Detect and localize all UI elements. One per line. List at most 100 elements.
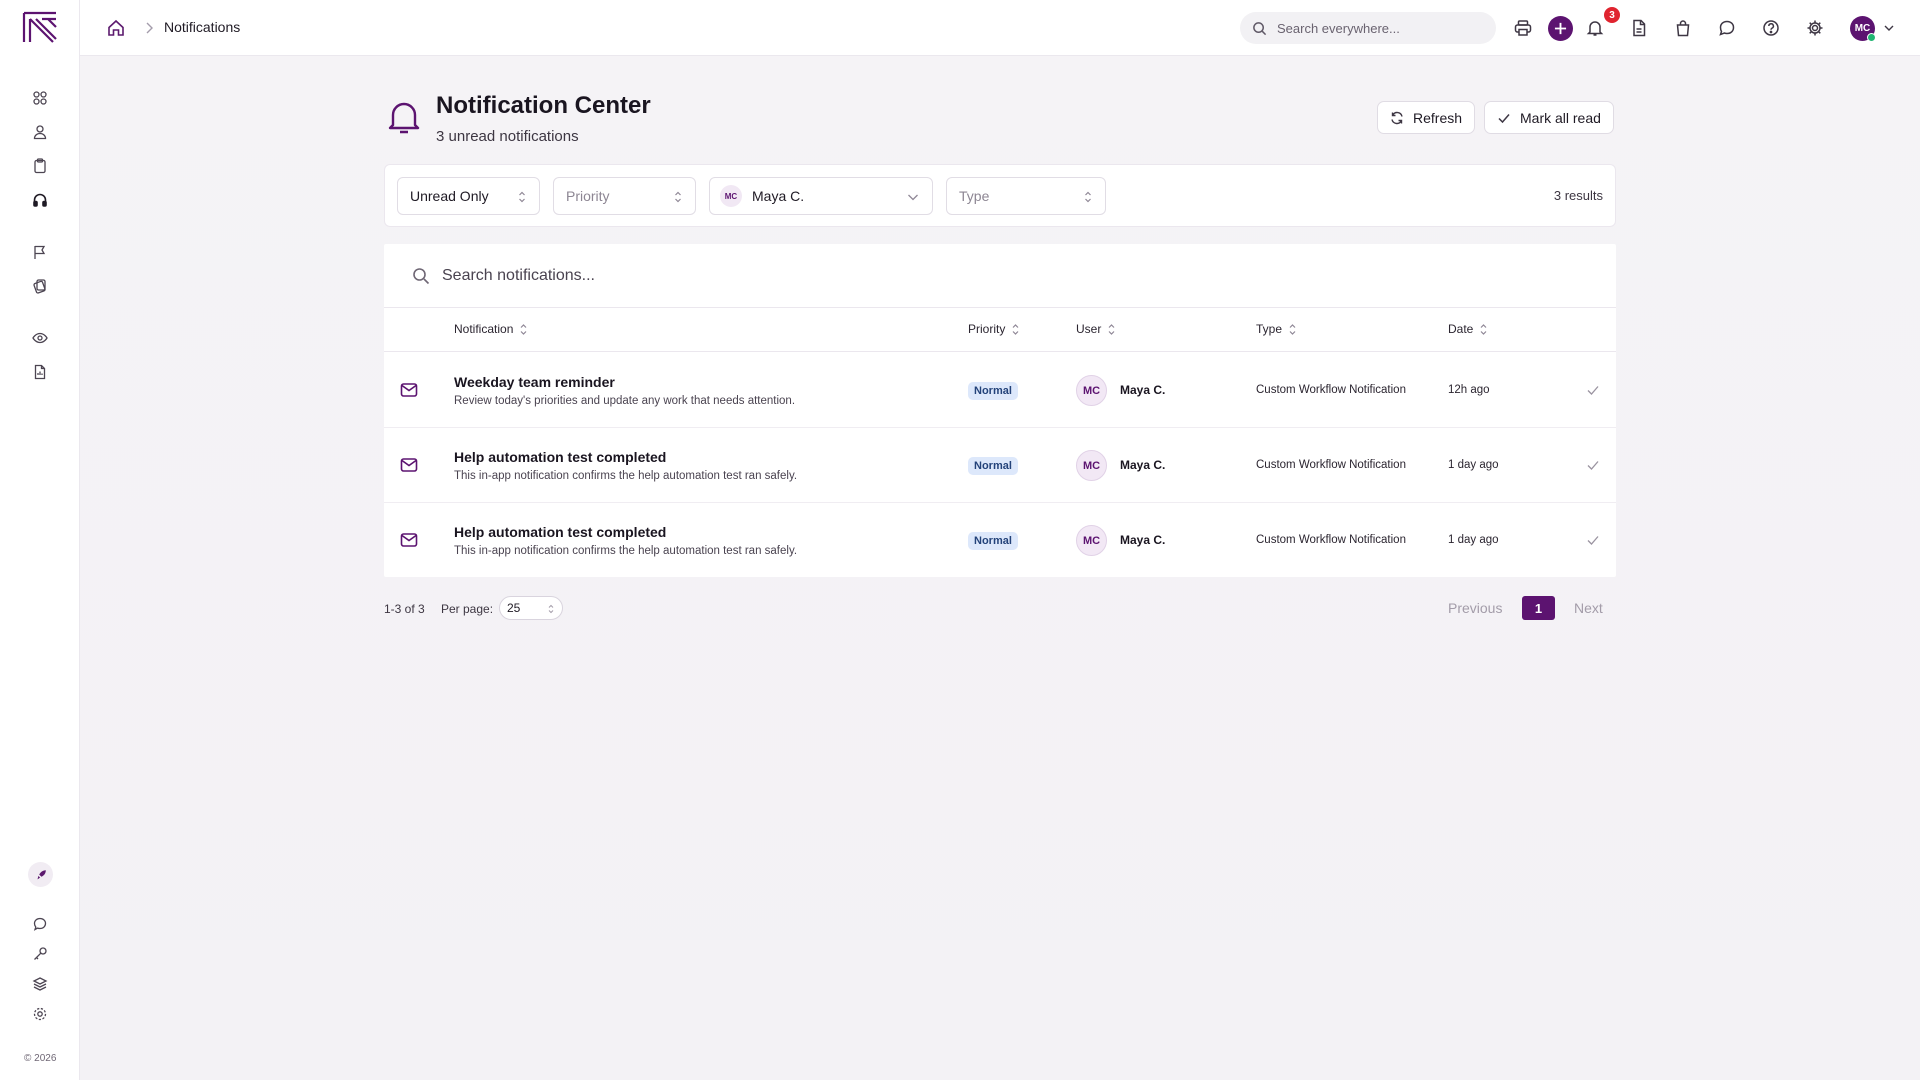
- column-header-notification[interactable]: Notification: [454, 322, 528, 336]
- chevron-right-icon: [142, 20, 156, 36]
- eye-icon[interactable]: [30, 328, 50, 348]
- user-filter-select[interactable]: MC Maya C.: [709, 177, 933, 215]
- type-filter-placeholder: Type: [959, 188, 990, 204]
- column-header-user[interactable]: User: [1076, 322, 1116, 336]
- chat-icon[interactable]: [30, 914, 50, 934]
- search-icon: [1252, 21, 1267, 36]
- mark-read-check-icon[interactable]: [1586, 383, 1600, 397]
- priority-filter-placeholder: Priority: [566, 188, 610, 204]
- notification-description: This in-app notification confirms the he…: [454, 470, 798, 482]
- table-search[interactable]: [384, 244, 1616, 308]
- report-icon[interactable]: [30, 362, 50, 382]
- priority-badge: Normal: [968, 382, 1018, 400]
- avatar: MC: [1076, 450, 1107, 481]
- bell-icon[interactable]: [1584, 17, 1606, 39]
- layers-icon[interactable]: [30, 974, 50, 994]
- rocket-icon[interactable]: [28, 862, 53, 887]
- chat-icon[interactable]: [1716, 17, 1738, 39]
- help-icon[interactable]: [1760, 17, 1782, 39]
- tags-icon[interactable]: [30, 276, 50, 296]
- table-row[interactable]: Help automation test completed This in-a…: [384, 428, 1616, 503]
- clipboard-icon[interactable]: [30, 156, 50, 176]
- priority-badge: Normal: [968, 532, 1018, 550]
- bell-icon: [386, 98, 422, 136]
- notification-search-input[interactable]: [442, 266, 1042, 285]
- column-header-date[interactable]: Date: [1448, 322, 1488, 336]
- mail-icon: [400, 532, 418, 548]
- chevron-down-icon[interactable]: [1882, 21, 1896, 35]
- current-page-button[interactable]: 1: [1522, 596, 1555, 620]
- per-page-value: 25: [507, 601, 521, 615]
- notification-title: Weekday team reminder: [454, 374, 615, 390]
- notification-count-badge: 3: [1604, 7, 1620, 23]
- avatar: MC: [1076, 525, 1107, 556]
- mail-icon: [400, 457, 418, 473]
- sort-icon: [1108, 323, 1115, 335]
- search-icon: [412, 267, 430, 285]
- flag-icon[interactable]: [30, 242, 50, 262]
- notification-date: 12h ago: [1448, 384, 1490, 396]
- document-icon[interactable]: [1628, 17, 1650, 39]
- topbar: Notifications 3 MC: [80, 0, 1920, 56]
- printer-icon[interactable]: [1512, 17, 1534, 39]
- check-icon: [1497, 111, 1520, 125]
- key-icon[interactable]: [30, 944, 50, 964]
- pagination-range: 1-3 of 3: [384, 602, 425, 616]
- user-filter-avatar: MC: [720, 185, 742, 207]
- app-logo[interactable]: [22, 11, 58, 44]
- sidebar: © 2026: [0, 0, 80, 1080]
- notification-description: This in-app notification confirms the he…: [454, 545, 798, 557]
- notification-type: Custom Workflow Notification: [1256, 534, 1406, 546]
- status-filter-select[interactable]: Unread Only: [397, 177, 540, 215]
- type-filter-select[interactable]: Type: [946, 177, 1106, 215]
- notification-title: Help automation test completed: [454, 449, 667, 465]
- sort-caret-icon: [517, 190, 527, 204]
- status-filter-value: Unread Only: [410, 188, 489, 204]
- mail-icon: [400, 382, 418, 398]
- column-label: User: [1076, 322, 1102, 336]
- bag-icon[interactable]: [1672, 17, 1694, 39]
- previous-page-button[interactable]: Previous: [1448, 600, 1502, 616]
- column-label: Type: [1256, 322, 1283, 336]
- grid-icon[interactable]: [30, 88, 50, 108]
- refresh-icon: [1390, 111, 1413, 125]
- priority-filter-select[interactable]: Priority: [553, 177, 696, 215]
- notification-title: Help automation test completed: [454, 524, 667, 540]
- notification-type: Custom Workflow Notification: [1256, 459, 1406, 471]
- sort-caret-icon: [673, 190, 683, 204]
- home-icon[interactable]: [106, 18, 126, 38]
- gear-icon[interactable]: [1804, 17, 1826, 39]
- notification-date: 1 day ago: [1448, 534, 1499, 546]
- per-page-label: Per page:: [441, 602, 494, 616]
- mark-all-read-button[interactable]: Mark all read: [1484, 101, 1614, 134]
- sort-icon: [520, 323, 527, 335]
- user-icon[interactable]: [30, 122, 50, 142]
- table-row[interactable]: Help automation test completed This in-a…: [384, 503, 1616, 578]
- mark-read-check-icon[interactable]: [1586, 458, 1600, 472]
- next-page-button[interactable]: Next: [1574, 600, 1603, 616]
- sort-icon: [1480, 323, 1487, 335]
- column-header-type[interactable]: Type: [1256, 322, 1297, 336]
- per-page-select[interactable]: 25: [499, 596, 563, 620]
- avatar: MC: [1076, 375, 1107, 406]
- refresh-label: Refresh: [1413, 109, 1463, 126]
- column-label: Priority: [968, 322, 1006, 336]
- notification-type: Custom Workflow Notification: [1256, 384, 1406, 396]
- user-filter-value: Maya C.: [752, 188, 805, 204]
- chevron-down-icon: [906, 190, 920, 204]
- mark-read-check-icon[interactable]: [1586, 533, 1600, 547]
- create-button[interactable]: [1548, 16, 1573, 41]
- gear-icon[interactable]: [30, 1004, 50, 1024]
- table-row[interactable]: Weekday team reminder Review today's pri…: [384, 353, 1616, 428]
- column-label: Notification: [454, 322, 514, 336]
- global-search[interactable]: [1240, 12, 1496, 44]
- notifications-table: Notification Priority User Type Date Wee…: [384, 244, 1616, 577]
- page-subtitle: 3 unread notifications: [436, 128, 579, 145]
- column-header-priority[interactable]: Priority: [968, 322, 1020, 336]
- page-title: Notification Center: [436, 92, 651, 119]
- global-search-input[interactable]: [1277, 20, 1477, 36]
- sort-caret-icon: [548, 604, 554, 614]
- user-name: Maya C.: [1120, 383, 1166, 397]
- headset-icon[interactable]: [30, 190, 50, 210]
- refresh-button[interactable]: Refresh: [1377, 101, 1476, 134]
